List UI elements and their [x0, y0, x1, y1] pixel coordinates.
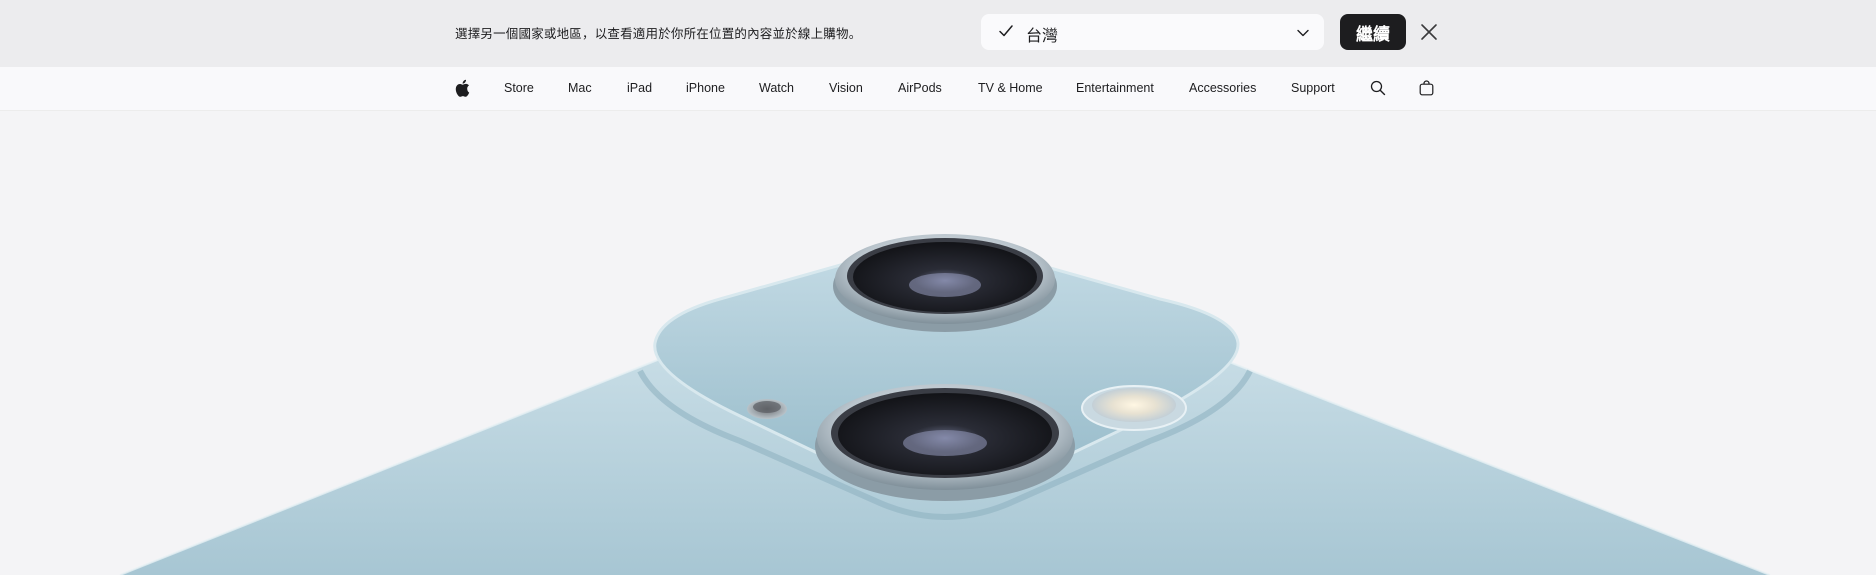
region-select-value: 台灣 — [1026, 26, 1059, 45]
nav-item-entertainment[interactable]: Entertainment — [1076, 81, 1154, 95]
nav-item-store[interactable]: Store — [504, 81, 534, 95]
continue-button[interactable]: 繼續 — [1340, 14, 1406, 50]
nav-item-support[interactable]: Support — [1291, 81, 1335, 95]
nav-item-airpods[interactable]: AirPods — [898, 81, 942, 95]
close-icon[interactable] — [1417, 20, 1441, 44]
nav-item-vision[interactable]: Vision — [829, 81, 863, 95]
global-nav: Store Mac iPad iPhone Watch Vision AirPo… — [0, 67, 1876, 111]
nav-item-ipad[interactable]: iPad — [627, 81, 652, 95]
search-icon[interactable] — [1370, 80, 1386, 96]
iphone-camera-bump-image — [119, 234, 1771, 575]
nav-item-accessories[interactable]: Accessories — [1189, 81, 1256, 95]
hero-section — [0, 111, 1876, 575]
nav-item-iphone[interactable]: iPhone — [686, 81, 725, 95]
locale-banner: 選擇另一個國家或地區，以查看適用於你所在位置的內容並於線上購物。 台灣 繼續 — [0, 0, 1876, 67]
chevron-down-icon — [1297, 29, 1309, 37]
apple-logo-icon[interactable] — [454, 79, 470, 97]
locale-message: 選擇另一個國家或地區，以查看適用於你所在位置的內容並於線上購物。 — [455, 26, 862, 41]
nav-item-watch[interactable]: Watch — [759, 81, 794, 95]
nav-item-mac[interactable]: Mac — [568, 81, 592, 95]
checkmark-icon — [999, 25, 1013, 37]
bag-icon[interactable] — [1419, 80, 1434, 96]
region-select[interactable]: 台灣 — [981, 14, 1324, 50]
nav-item-tv-home[interactable]: TV & Home — [978, 81, 1043, 95]
